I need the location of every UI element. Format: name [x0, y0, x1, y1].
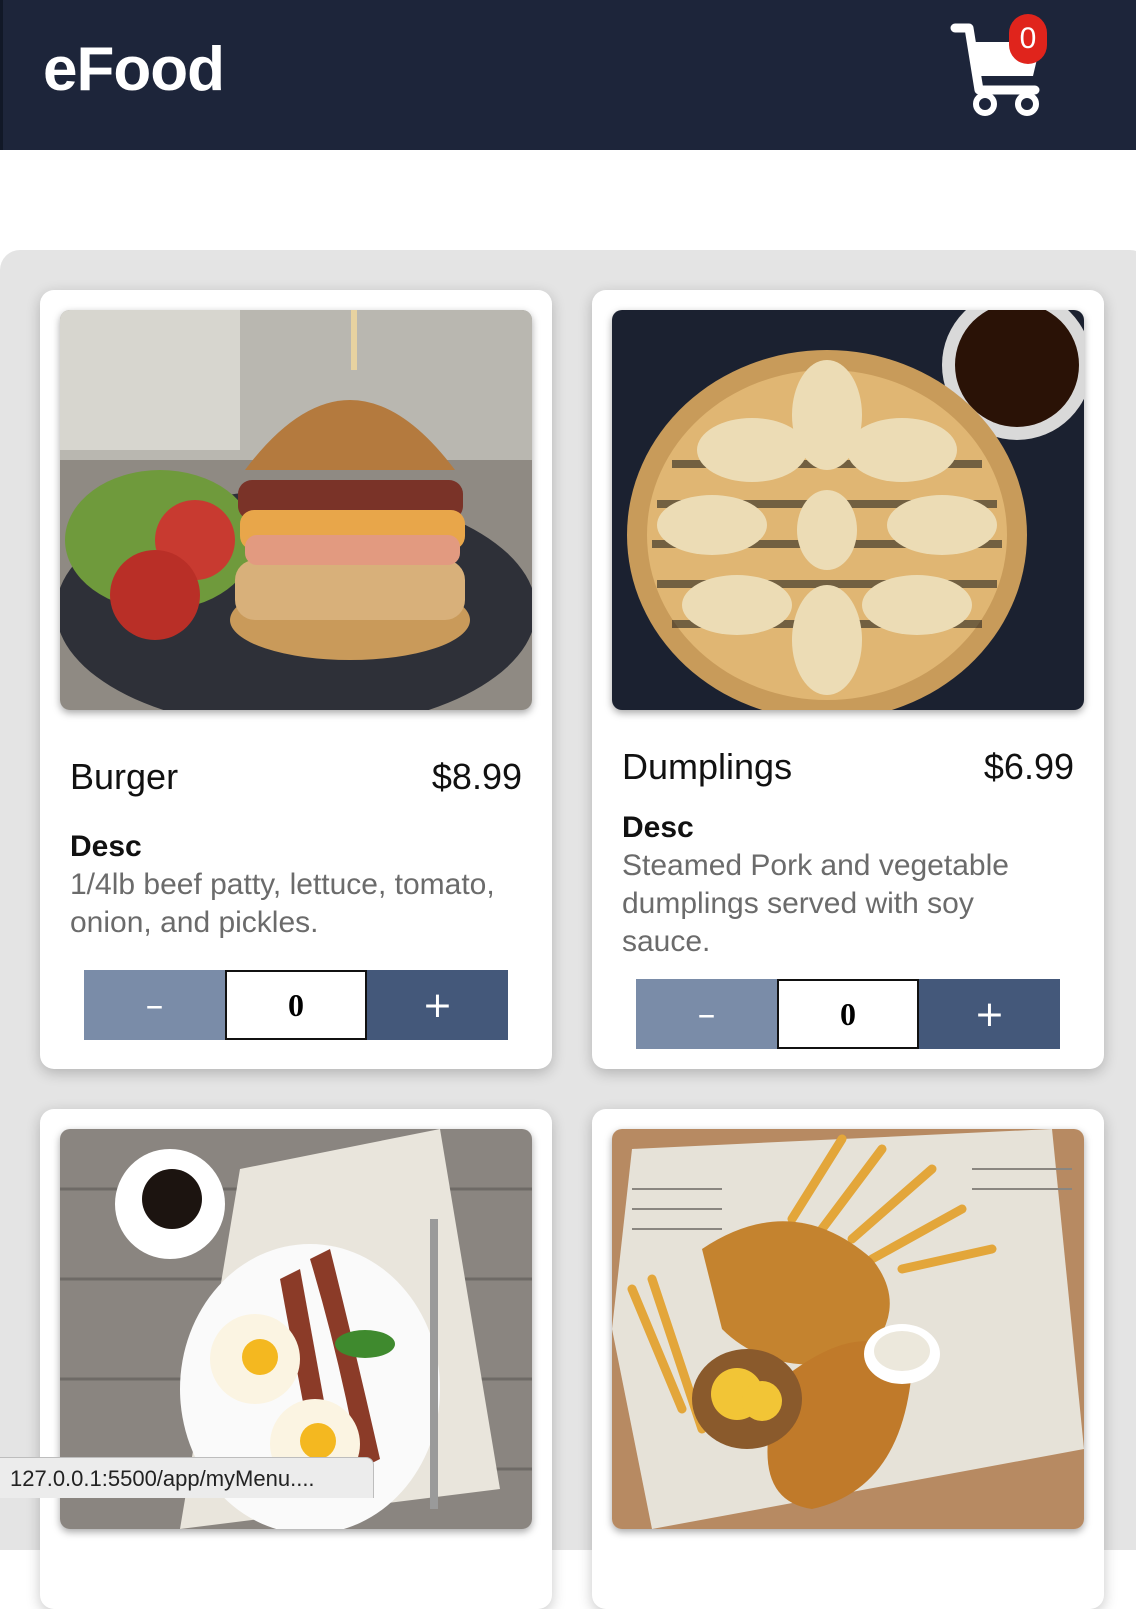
item-name: Dumplings	[622, 746, 793, 787]
menu-card-dumplings: Dumplings $6.99 Desc Steamed Pork and ve…	[592, 290, 1104, 1069]
burger-photo	[60, 310, 532, 710]
menu-card-burger: Burger $8.99 Desc 1/4lb beef patty, lett…	[40, 290, 552, 1069]
dumplings-photo	[612, 310, 1084, 710]
decrement-button[interactable]: –	[84, 970, 225, 1040]
quantity-input[interactable]	[777, 979, 919, 1049]
navbar: eFood 0	[0, 0, 1136, 150]
decrement-button[interactable]: –	[636, 979, 777, 1049]
quantity-input[interactable]	[225, 970, 367, 1040]
quantity-stepper: – +	[84, 970, 508, 1040]
increment-button[interactable]: +	[367, 970, 508, 1040]
fish-and-chips-photo	[612, 1129, 1084, 1529]
status-bar-url: 127.0.0.1:5500/app/myMenu....	[0, 1457, 374, 1498]
quantity-stepper: – +	[636, 979, 1060, 1049]
cart-button[interactable]: 0	[949, 14, 1059, 124]
menu-card-fish-and-chips	[592, 1109, 1104, 1609]
desc-label: Desc	[622, 811, 694, 844]
item-price: $6.99	[983, 746, 1074, 787]
desc-label: Desc	[70, 830, 142, 863]
item-price: $8.99	[431, 756, 522, 797]
item-description: Steamed Pork and vegetable dumplings ser…	[622, 849, 1009, 958]
brand-logo[interactable]: eFood	[43, 34, 225, 106]
item-name: Burger	[70, 756, 179, 797]
cart-count-badge: 0	[1009, 14, 1047, 64]
menu-card-breakfast	[40, 1109, 552, 1609]
increment-button[interactable]: +	[919, 979, 1060, 1049]
item-description: 1/4lb beef patty, lettuce, tomato, onion…	[70, 868, 495, 939]
menu-container: Burger $8.99 Desc 1/4lb beef patty, lett…	[0, 250, 1136, 1609]
